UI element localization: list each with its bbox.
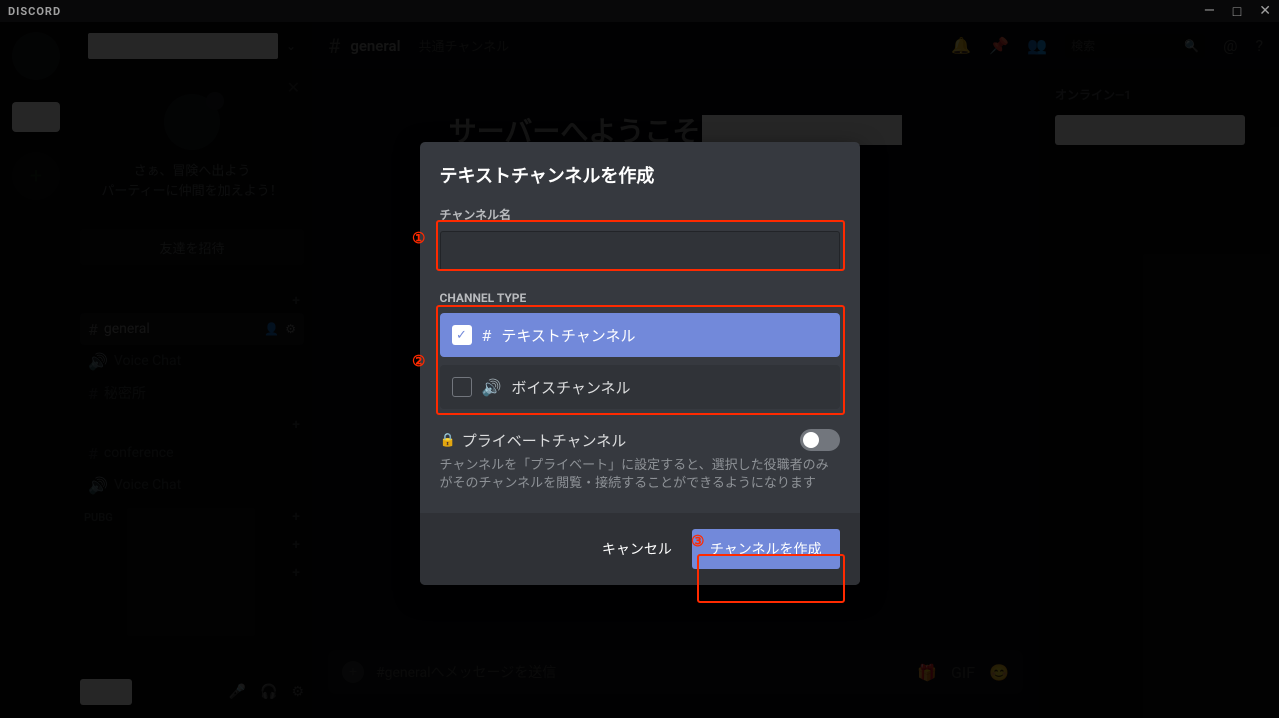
annotation-1: ①	[412, 229, 425, 247]
checkbox-unchecked-icon	[452, 377, 472, 397]
app-logo: DISCORD	[8, 5, 61, 18]
private-description: チャンネルを「プライベート」に設定すると、選択した役職者のみがそのチャンネルを閲…	[440, 457, 840, 493]
hash-icon: #	[482, 326, 492, 345]
annotation-2: ②	[412, 352, 425, 370]
lock-icon: 🔒	[440, 433, 456, 448]
channel-type-voice-option[interactable]: 🔊 ボイスチャンネル	[440, 365, 840, 409]
create-channel-button[interactable]: チャンネルを作成	[692, 529, 840, 569]
create-channel-modal: テキストチャンネルを作成 チャンネル名 CHANNEL TYPE ✓ # テキス…	[420, 142, 860, 585]
checkbox-checked-icon: ✓	[452, 325, 472, 345]
cancel-button[interactable]: キャンセル	[586, 529, 688, 569]
channel-type-text-option[interactable]: ✓ # テキストチャンネル	[440, 313, 840, 357]
window-maximize-icon[interactable]: □	[1233, 3, 1241, 20]
window-close-icon[interactable]: ✕	[1259, 3, 1271, 20]
annotation-3: ③	[691, 532, 704, 550]
speaker-icon: 🔊	[482, 378, 502, 397]
modal-title: テキストチャンネルを作成	[440, 162, 840, 188]
channel-type-label: CHANNEL TYPE	[440, 291, 840, 305]
private-toggle[interactable]	[800, 429, 840, 451]
window-minimize-icon[interactable]: —	[1204, 3, 1215, 20]
private-channel-label: プライベートチャンネル	[462, 430, 794, 451]
channel-name-label: チャンネル名	[440, 206, 840, 223]
channel-name-input[interactable]	[440, 231, 840, 271]
titlebar: DISCORD — □ ✕	[0, 0, 1279, 22]
